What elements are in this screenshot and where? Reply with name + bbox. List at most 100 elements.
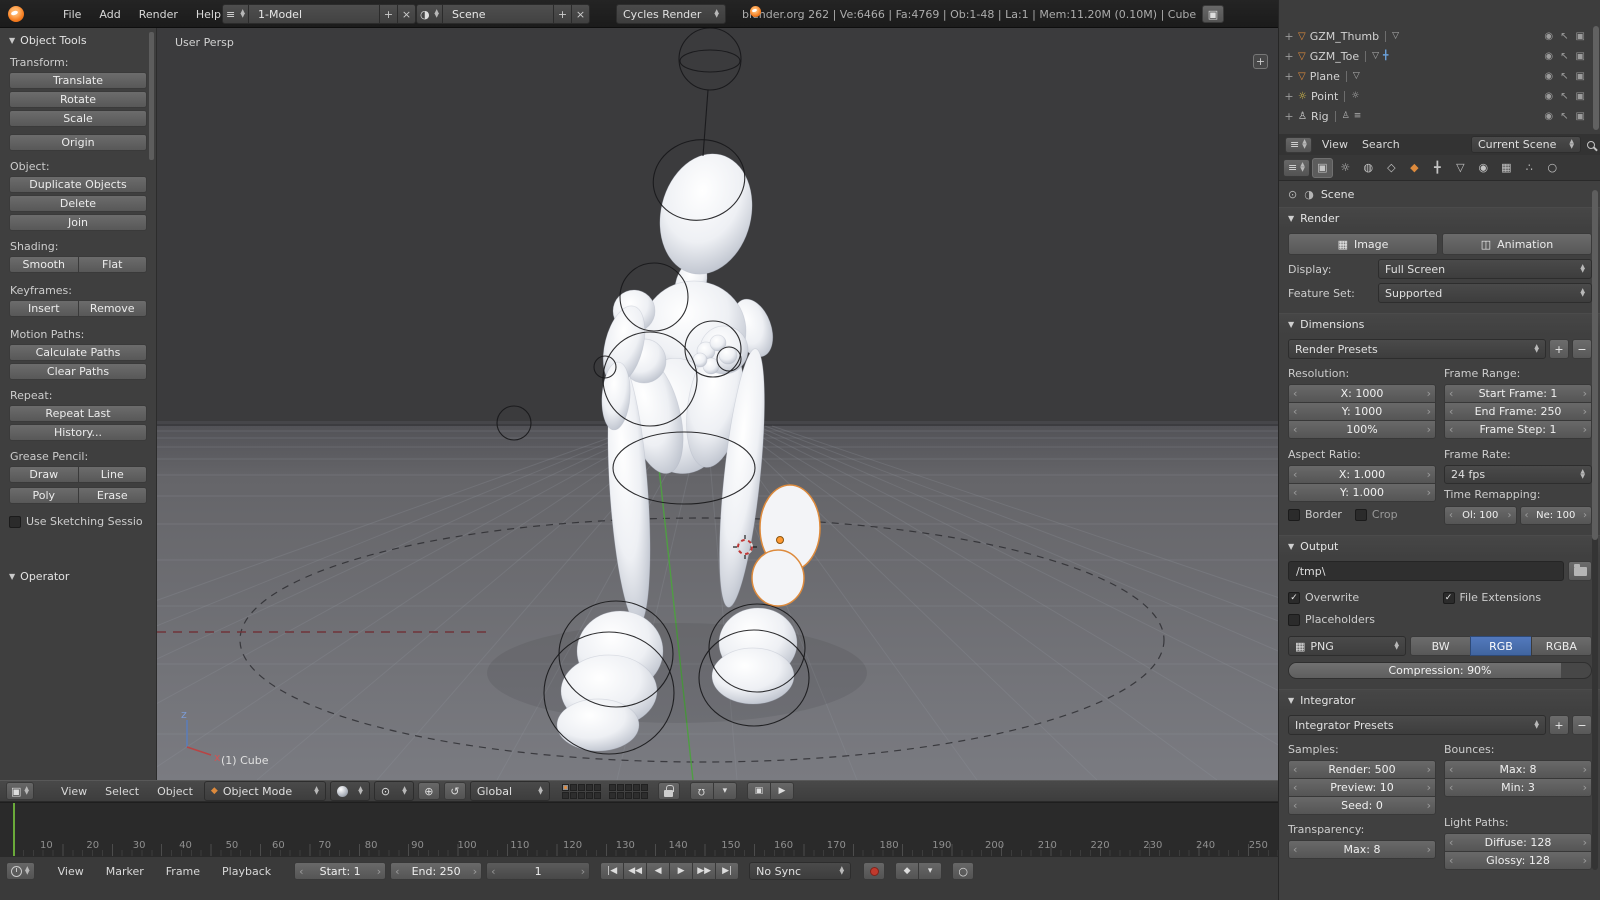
sketching-session-checkbox[interactable] <box>9 516 21 528</box>
resolution-percent-field[interactable]: 100% <box>1288 420 1436 439</box>
camera-icon[interactable]: ▣ <box>1576 111 1585 122</box>
join-button[interactable]: Join <box>9 214 147 231</box>
eye-icon[interactable]: ◉ <box>1544 91 1553 102</box>
editor-type-selector[interactable]: ▣ <box>6 782 34 800</box>
browse-folder-button[interactable] <box>1568 561 1592 581</box>
outliner-row-rig[interactable]: + ♙ Rig ♙ ≡ ◉↖▣ <box>1279 106 1600 126</box>
prev-keyframe-button[interactable]: ◀◀ <box>623 862 647 880</box>
outliner-scope-select[interactable]: Current Scene <box>1471 136 1581 153</box>
gp-poly-button[interactable]: Poly <box>9 487 79 504</box>
layer-toggle[interactable] <box>562 792 569 799</box>
layer-toggle[interactable] <box>641 784 648 791</box>
jump-end-button[interactable]: ▶| <box>715 862 739 880</box>
layer-toggle[interactable] <box>633 792 640 799</box>
frame-step-field[interactable]: Frame Step: 1 <box>1444 420 1592 439</box>
color-rgba-button[interactable]: RGBA <box>1531 636 1592 656</box>
object-origin-dot[interactable] <box>777 537 784 544</box>
outliner-row-gzm-toe[interactable]: + ▽ GZM_Toe ▽ ╋ ◉↖▣ <box>1279 46 1600 66</box>
resolution-y-field[interactable]: Y: 1000 <box>1288 402 1436 421</box>
menu-marker[interactable]: Marker <box>97 860 153 882</box>
end-frame-field[interactable]: End: 250 <box>390 862 482 880</box>
opengl-render-anim-button[interactable]: ▶ <box>770 782 794 800</box>
crop-checkbox[interactable] <box>1355 509 1367 521</box>
eye-icon[interactable]: ◉ <box>1544 71 1553 82</box>
glossy-bounces-field[interactable]: Glossy: 128 <box>1444 851 1592 870</box>
blender-logo-icon[interactable] <box>8 6 24 22</box>
layer-toggle[interactable] <box>562 784 569 791</box>
translate-button[interactable]: Translate <box>9 72 147 89</box>
pointer-icon[interactable]: ↖ <box>1560 91 1568 102</box>
resolution-x-field[interactable]: X: 1000 <box>1288 384 1436 403</box>
pointer-icon[interactable]: ↖ <box>1560 31 1568 42</box>
diffuse-bounces-field[interactable]: Diffuse: 128 <box>1444 833 1592 852</box>
outliner-scrollbar[interactable] <box>1593 26 1599 130</box>
smooth-button[interactable]: Smooth <box>9 256 79 273</box>
camera-icon[interactable]: ▣ <box>1576 91 1585 102</box>
calculate-paths-button[interactable]: Calculate Paths <box>9 344 147 361</box>
layer-toggle[interactable] <box>586 784 593 791</box>
border-checkbox[interactable] <box>1288 509 1300 521</box>
transform-orientation-select[interactable]: Global <box>470 781 550 801</box>
remap-new-field[interactable]: Ne: 100 <box>1520 506 1593 525</box>
aspect-x-field[interactable]: X: 1.000 <box>1288 465 1436 484</box>
rotate-manipulator-button[interactable]: ↺ <box>444 782 466 800</box>
viewport-canvas[interactable]: z x <box>157 28 1278 780</box>
manipulator-toggle-button[interactable]: ⊕ <box>418 782 440 800</box>
layer-toggle[interactable] <box>617 792 624 799</box>
tab-object[interactable]: ◆ <box>1404 158 1425 178</box>
layers-group-2[interactable] <box>609 784 648 799</box>
eye-icon[interactable]: ◉ <box>1544 111 1553 122</box>
current-frame-field[interactable]: 1 <box>486 862 590 880</box>
layer-toggle[interactable] <box>578 792 585 799</box>
dimensions-panel-header[interactable]: ▼Dimensions <box>1279 313 1600 335</box>
render-samples-field[interactable]: Render: 500 <box>1288 760 1436 779</box>
screen-browse-button[interactable]: ≡ <box>222 4 249 24</box>
pointer-icon[interactable]: ↖ <box>1560 71 1568 82</box>
tool-shelf-scrollbar[interactable] <box>149 32 154 160</box>
render-animation-button[interactable]: ◫Animation <box>1442 233 1592 255</box>
color-rgb-button[interactable]: RGB <box>1470 636 1531 656</box>
transparency-max-field[interactable]: Max: 8 <box>1288 840 1436 859</box>
next-keyframe-button[interactable]: ▶▶ <box>692 862 716 880</box>
layer-toggle[interactable] <box>578 784 585 791</box>
editor-type-selector[interactable]: ≡ <box>1283 159 1310 177</box>
pivot-point-select[interactable]: ⊙ <box>374 781 414 801</box>
menu-frame[interactable]: Frame <box>157 860 209 882</box>
keying-set-button[interactable]: ◆ <box>895 862 919 880</box>
region-expand-icon[interactable]: + <box>1253 54 1268 69</box>
color-bw-button[interactable]: BW <box>1410 636 1471 656</box>
tab-constraints[interactable]: ◇ <box>1381 158 1402 178</box>
menu-playback[interactable]: Playback <box>213 860 280 882</box>
output-panel-header[interactable]: ▼Output <box>1279 535 1600 557</box>
compression-slider[interactable]: Compression: 90% <box>1288 662 1592 679</box>
duplicate-objects-button[interactable]: Duplicate Objects <box>9 176 147 193</box>
expand-icon[interactable]: + <box>1284 90 1294 103</box>
placeholders-checkbox[interactable] <box>1288 614 1300 626</box>
bounces-max-field[interactable]: Max: 8 <box>1444 760 1592 779</box>
menu-select[interactable]: Select <box>98 781 146 801</box>
layer-toggle[interactable] <box>594 792 601 799</box>
tab-particles[interactable]: ∴ <box>1519 158 1540 178</box>
current-frame-playhead[interactable] <box>13 803 15 856</box>
tab-material[interactable]: ◉ <box>1473 158 1494 178</box>
layer-toggle[interactable] <box>570 784 577 791</box>
search-icon[interactable] <box>1587 141 1595 149</box>
history-button[interactable]: History... <box>9 424 147 441</box>
preview-samples-field[interactable]: Preview: 10 <box>1288 778 1436 797</box>
integrator-panel-header[interactable]: ▼Integrator <box>1279 689 1600 711</box>
layer-toggle[interactable] <box>625 784 632 791</box>
menu-render[interactable]: Render <box>130 0 187 28</box>
start-frame-field[interactable]: Start Frame: 1 <box>1444 384 1592 403</box>
play-reverse-button[interactable]: ◀ <box>646 862 670 880</box>
rotate-button[interactable]: Rotate <box>9 91 147 108</box>
expand-icon[interactable]: + <box>1284 110 1294 123</box>
preset-add-button[interactable]: + <box>1549 715 1569 735</box>
overwrite-checkbox[interactable] <box>1288 592 1300 604</box>
sync-mode-select[interactable]: No Sync <box>749 862 851 880</box>
menu-view[interactable]: View <box>1318 134 1352 155</box>
gp-erase-button[interactable]: Erase <box>78 487 148 504</box>
tab-physics[interactable]: ○ <box>1542 158 1563 178</box>
layer-toggle[interactable] <box>594 784 601 791</box>
pointer-icon[interactable]: ↖ <box>1560 111 1568 122</box>
bounces-min-field[interactable]: Min: 3 <box>1444 778 1592 797</box>
